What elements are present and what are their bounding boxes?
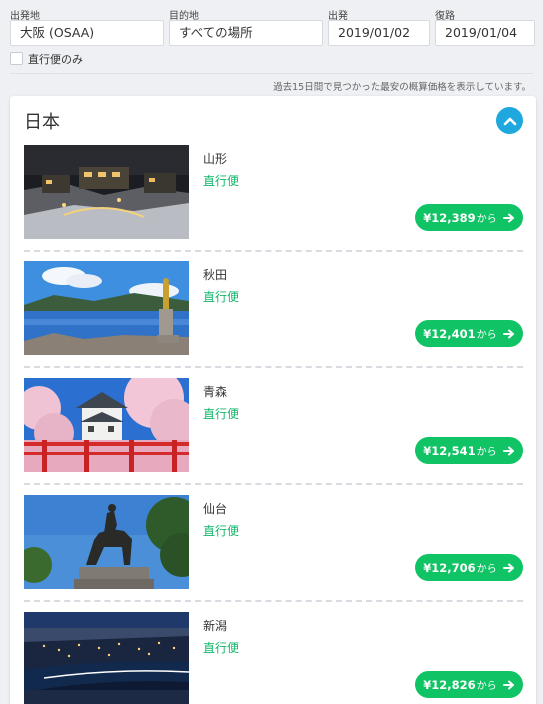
- price-suffix: から: [476, 447, 497, 458]
- arrow-right-icon: [502, 446, 515, 456]
- direct-flight-label: 直行便: [203, 641, 240, 655]
- destination-city: 仙台: [203, 502, 228, 516]
- price-notice: 過去15日間で見つかった最安の概算価格を表示しています。: [273, 82, 531, 93]
- price-amount: ¥12,389: [423, 210, 476, 225]
- item-divider: [24, 366, 523, 368]
- destination-photo: [24, 261, 189, 355]
- item-divider: [24, 483, 523, 485]
- destination-item[interactable]: 青森 直行便 ¥12,541 から: [24, 378, 523, 495]
- price-suffix: から: [476, 214, 497, 225]
- return-date-field[interactable]: 2019/01/04: [435, 20, 535, 46]
- region-card: 日本 山形 直行便 ¥12,389 から 秋田 直行便 ¥12,401 から 青…: [10, 96, 536, 704]
- arrow-right-icon: [502, 213, 515, 223]
- direct-flight-label: 直行便: [203, 407, 240, 421]
- destination-photo: [24, 145, 189, 239]
- price-button[interactable]: ¥12,706 から: [415, 554, 523, 581]
- arrow-right-icon: [502, 680, 515, 690]
- destination-field[interactable]: すべての場所: [169, 20, 323, 46]
- separator: [10, 73, 533, 74]
- direct-only-checkbox[interactable]: [10, 52, 23, 65]
- item-divider: [24, 600, 523, 602]
- destination-city: 山形: [203, 152, 228, 166]
- price-button[interactable]: ¥12,541 から: [415, 437, 523, 464]
- item-divider: [24, 250, 523, 252]
- destination-city: 青森: [203, 385, 228, 399]
- arrow-right-icon: [502, 563, 515, 573]
- price-amount: ¥12,826: [423, 677, 476, 692]
- destination-photo: [24, 612, 189, 704]
- direct-flight-label: 直行便: [203, 174, 240, 188]
- destination-item[interactable]: 山形 直行便 ¥12,389 から: [24, 145, 523, 262]
- price-button[interactable]: ¥12,401 から: [415, 320, 523, 347]
- price-suffix: から: [476, 330, 497, 341]
- price-amount: ¥12,541: [423, 443, 476, 458]
- chevron-up-icon: [503, 117, 516, 125]
- depart-date-field[interactable]: 2019/01/02: [328, 20, 430, 46]
- destination-item[interactable]: 仙台 直行便 ¥12,706 から: [24, 495, 523, 612]
- price-suffix: から: [476, 681, 497, 692]
- destination-city: 秋田: [203, 268, 228, 282]
- price-suffix: から: [476, 564, 497, 575]
- price-button[interactable]: ¥12,389 から: [415, 204, 523, 231]
- destination-item[interactable]: 新潟 直行便 ¥12,826 から: [24, 612, 523, 704]
- origin-field[interactable]: 大阪 (OSAA): [10, 20, 164, 46]
- price-button[interactable]: ¥12,826 から: [415, 671, 523, 698]
- destination-city: 新潟: [203, 619, 228, 633]
- destination-photo: [24, 495, 189, 589]
- direct-only-label[interactable]: 直行便のみ: [28, 51, 83, 67]
- arrow-right-icon: [502, 329, 515, 339]
- direct-flight-label: 直行便: [203, 524, 240, 538]
- collapse-button[interactable]: [496, 107, 523, 134]
- destination-photo: [24, 378, 189, 472]
- price-amount: ¥12,706: [423, 560, 476, 575]
- direct-flight-label: 直行便: [203, 290, 240, 304]
- region-title: 日本: [24, 112, 60, 133]
- destination-item[interactable]: 秋田 直行便 ¥12,401 から: [24, 261, 523, 378]
- price-amount: ¥12,401: [423, 326, 476, 341]
